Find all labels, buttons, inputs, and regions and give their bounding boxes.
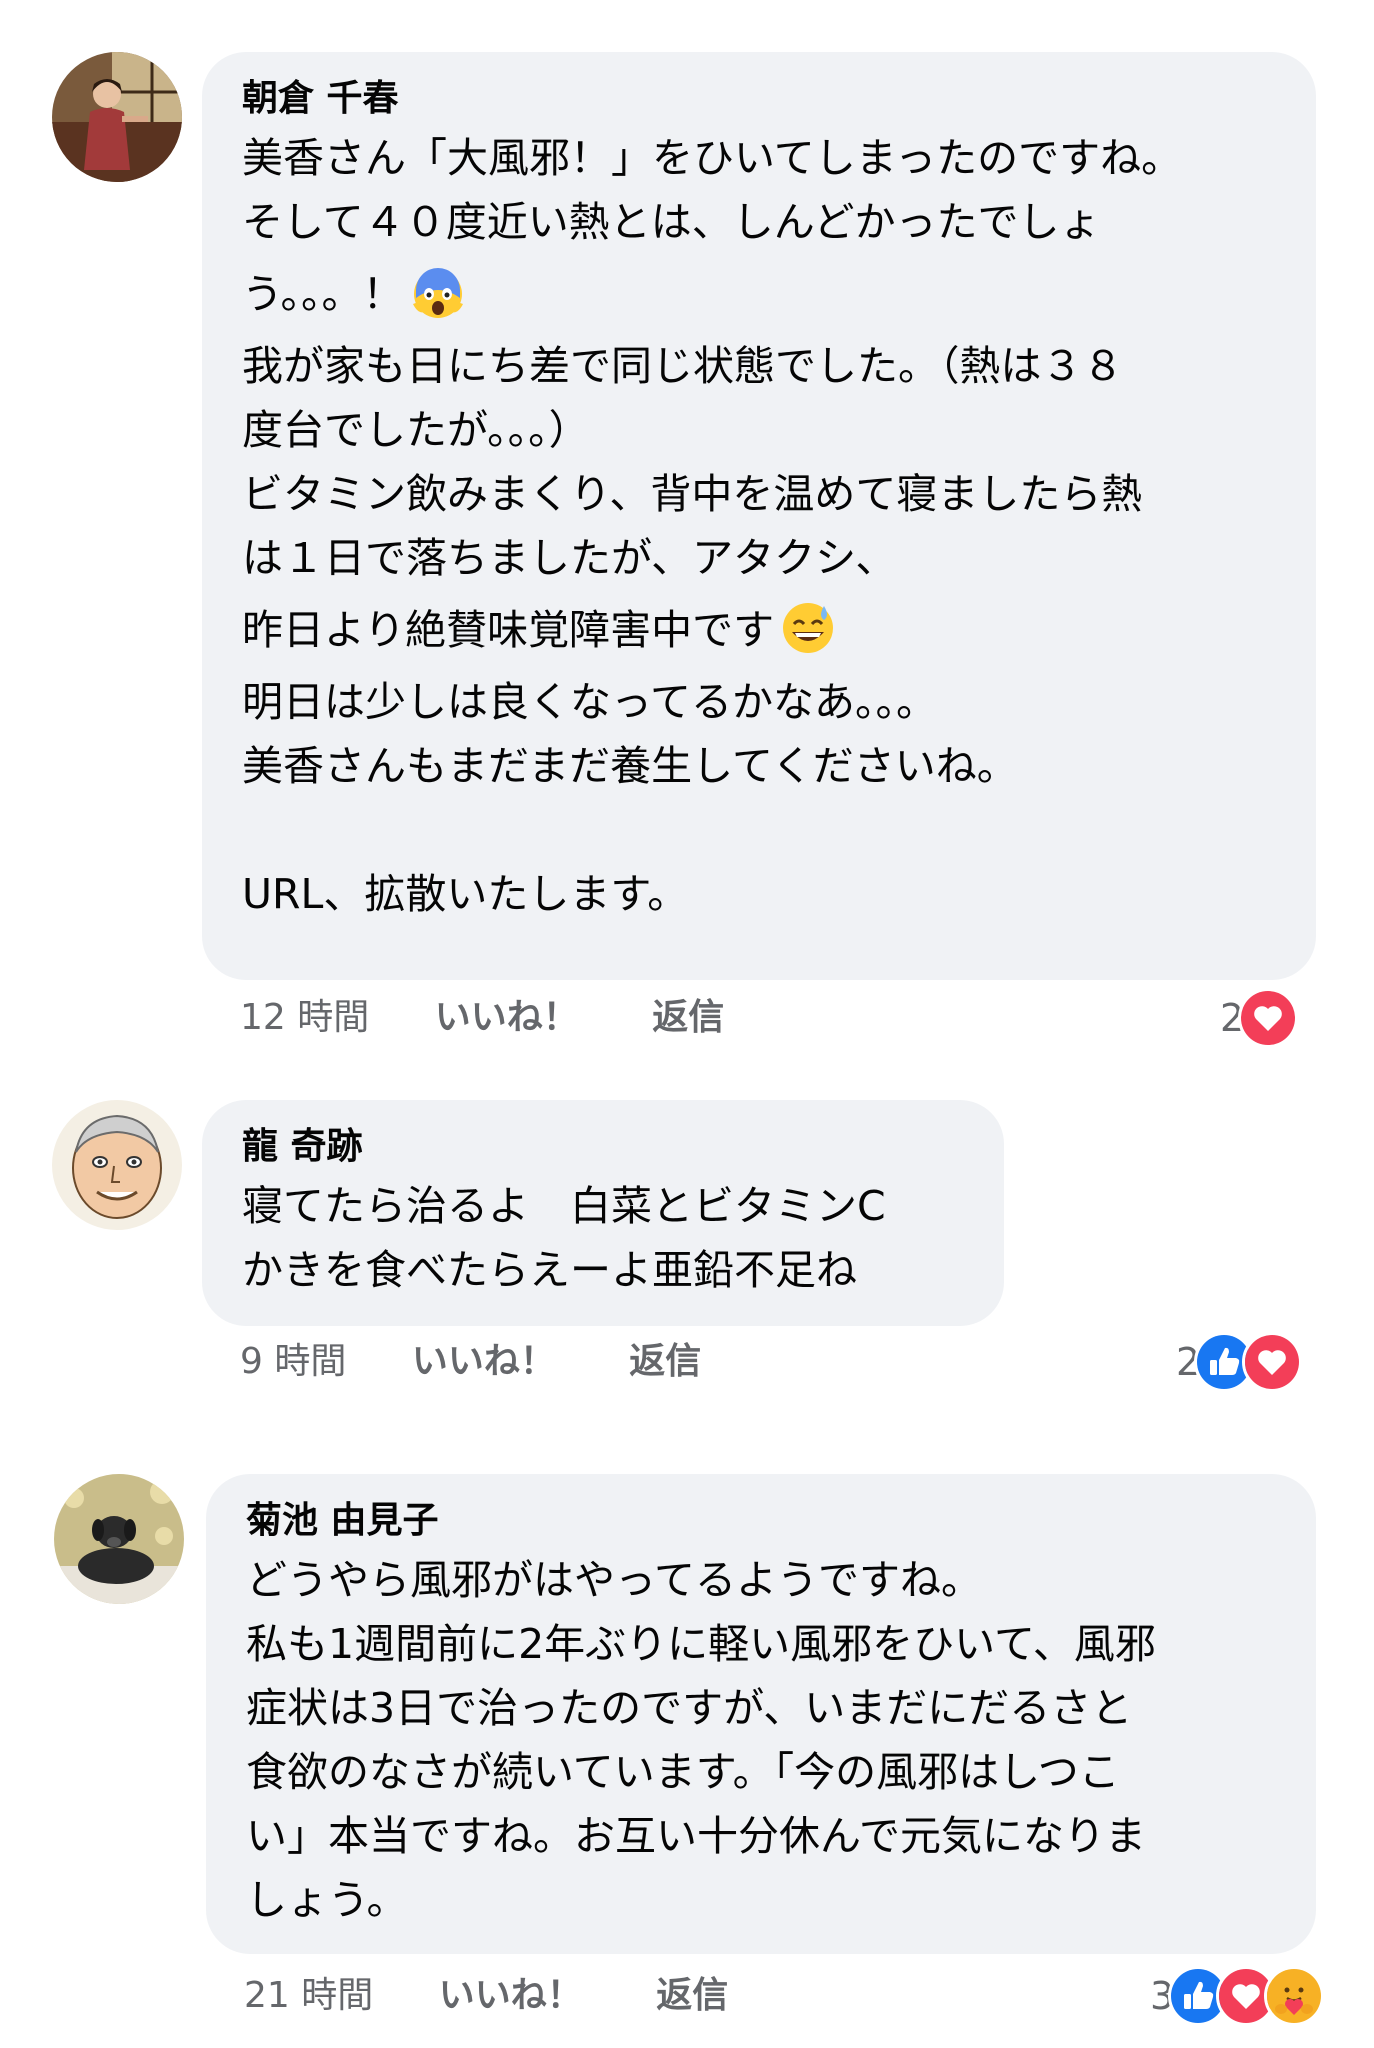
comment-author[interactable]: 龍 奇跡 xyxy=(242,1120,964,1174)
reply-button[interactable]: 返信 xyxy=(652,988,724,1048)
comment-text-line: う。。。！ xyxy=(242,254,1276,334)
comment-author[interactable]: 朝倉 千春 xyxy=(242,72,1276,126)
comment-text-line: 美香さんもまだまだ養生してくださいね。 xyxy=(242,742,1018,790)
comment-bubble: 朝倉 千春 美香さん「大風邪！」をひいてしまったのですね。 そして４０度近い熱と… xyxy=(202,52,1316,980)
comment-text-line: 我が家も日にち差で同じ状態でした。（熱は３８ xyxy=(242,342,1124,390)
comment-text-line: 美香さん「大風邪！」をひいてしまったのですね。 xyxy=(242,134,1183,182)
comment-text: う。。。！ xyxy=(242,270,404,318)
comment-text-line: 食欲のなさが続いています。「今の風邪はしつこ xyxy=(246,1748,1120,1796)
like-button[interactable]: いいね！ xyxy=(439,1966,583,2026)
comment-text-line: 寝てたら治るよ 白菜とビタミンC xyxy=(242,1182,886,1230)
comment-text-line: かきを食べたらえーよ亜鉛不足ね xyxy=(242,1246,857,1294)
comment-actions: 12 時間 いいね！ 返信 xyxy=(240,988,724,1048)
comment-bubble: 龍 奇跡 寝てたら治るよ 白菜とビタミンC かきを食べたらえーよ亜鉛不足ね xyxy=(202,1100,1004,1326)
comment-actions: 21 時間 いいね！ 返信 xyxy=(244,1966,728,2026)
avatar-ryu[interactable] xyxy=(52,1100,182,1230)
comment-text-line: い」本当ですね。お互い十分休んで元気になりま xyxy=(246,1812,1146,1860)
comment-text-line: 度台でしたが。。。） xyxy=(242,406,590,454)
comments-page: 朝倉 千春 美香さん「大風邪！」をひいてしまったのですね。 そして４０度近い熱と… xyxy=(0,0,1374,2048)
reaction-summary[interactable]: 3 xyxy=(1150,1966,1325,2026)
reaction-summary[interactable]: 2 xyxy=(1176,1332,1303,1392)
avatar-asakura[interactable] xyxy=(52,52,182,182)
comment-actions: 9 時間 いいね！ 返信 xyxy=(240,1332,701,1392)
comment-text-line: 私も1週間前に2年ぶりに軽い風邪をひいて、風邪 xyxy=(246,1620,1156,1668)
comment-text-line: は１日で落ちましたが、アタクシ、 xyxy=(242,534,897,582)
comment-text-line: ビタミン飲みまくり、背中を温めて寝ましたら熱 xyxy=(242,470,1143,518)
comment-text: 昨日より絶賛味覚障害中です xyxy=(242,606,775,654)
reply-button[interactable]: 返信 xyxy=(656,1966,728,2026)
heart-love-icon xyxy=(1242,1332,1303,1392)
face-screaming-in-fear-emoji xyxy=(410,264,466,320)
comment-bubble: 菊池 由見子 どうやら風邪がはやってるようですね。 私も1週間前に2年ぶりに軽い… xyxy=(206,1474,1316,1954)
avatar-kikuchi[interactable] xyxy=(54,1474,184,1604)
comment-text-line: URL、拡散いたします。 xyxy=(242,870,689,918)
reply-button[interactable]: 返信 xyxy=(629,1332,701,1392)
comment-text-line: 明日は少しは良くなってるかなあ。。。 xyxy=(242,678,937,726)
comment-text-line: そして４０度近い熱とは、しんどかったでしょ xyxy=(242,198,1101,246)
heart-love-icon xyxy=(1238,988,1299,1048)
comment-text-line: 症状は3日で治ったのですが、いまだにだるさと xyxy=(246,1684,1133,1732)
comment-text-line: しょう。 xyxy=(246,1876,408,1924)
grinning-face-with-sweat-emoji xyxy=(780,600,836,656)
comment-text-line: 昨日より絶賛味覚障害中です xyxy=(242,590,1276,670)
like-button[interactable]: いいね！ xyxy=(435,988,579,1048)
comment-timestamp[interactable]: 9 時間 xyxy=(240,1332,346,1392)
comment-author[interactable]: 菊池 由見子 xyxy=(246,1494,1276,1548)
comment-text-line: どうやら風邪がはやってるようですね。 xyxy=(246,1556,982,1604)
reaction-summary[interactable]: 2 xyxy=(1220,988,1299,1048)
care-hug-icon xyxy=(1264,1966,1325,2026)
like-button[interactable]: いいね！ xyxy=(412,1332,556,1392)
comment-timestamp[interactable]: 21 時間 xyxy=(244,1966,373,2026)
comment-timestamp[interactable]: 12 時間 xyxy=(240,988,369,1048)
